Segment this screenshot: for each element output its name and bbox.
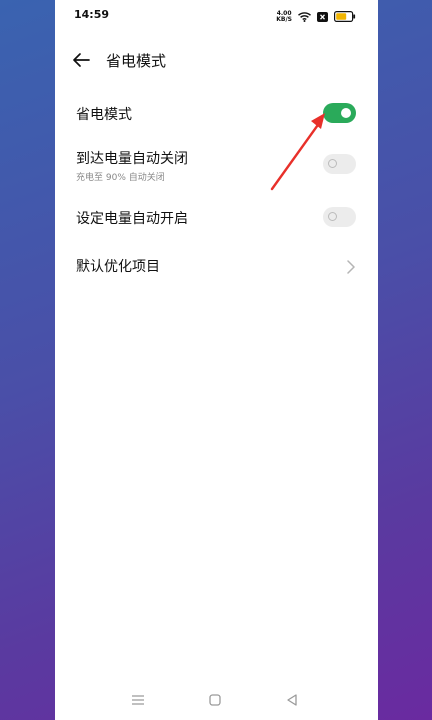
chevron-right-icon <box>346 259 356 274</box>
setting-label-auto-close: 到达电量自动关闭 <box>76 151 188 167</box>
page-header: 省电模式 <box>55 44 378 76</box>
setting-label-power-saving: 省电模式 <box>76 107 132 123</box>
home-icon[interactable] <box>207 692 223 708</box>
status-time: 14:59 <box>74 8 110 21</box>
sim-x-icon <box>317 7 328 26</box>
back-triangle-icon[interactable] <box>284 692 300 708</box>
setting-row-default-optimization[interactable]: 默认优化项目 <box>55 252 378 282</box>
menu-icon[interactable] <box>130 692 146 708</box>
network-speed-unit: KB/S <box>276 15 292 23</box>
phone-screen: 14:59 4.00 KB/S 省电模式 省电模式 到达电量自动关闭 充电至 9… <box>55 0 378 720</box>
navigation-bar <box>55 680 378 720</box>
toggle-knob <box>341 108 351 118</box>
setting-sublabel-auto-close: 充电至 90% 自动关闭 <box>76 173 165 183</box>
wifi-icon <box>298 7 311 26</box>
battery-icon <box>334 7 356 26</box>
setting-label-default-optimization: 默认优化项目 <box>76 259 160 275</box>
setting-row-auto-open[interactable]: 设定电量自动开启 <box>55 204 378 234</box>
back-button[interactable] <box>71 50 95 70</box>
setting-label-auto-open: 设定电量自动开启 <box>76 211 188 227</box>
arrow-left-icon <box>71 53 91 74</box>
page-title: 省电模式 <box>106 52 167 70</box>
toggle-knob <box>328 212 337 221</box>
red-arrow-icon <box>270 113 325 191</box>
auto-open-toggle[interactable] <box>323 207 356 227</box>
status-icons: 4.00 KB/S <box>276 7 356 26</box>
network-speed: 4.00 KB/S <box>276 10 292 23</box>
status-bar: 14:59 4.00 KB/S <box>55 0 378 32</box>
